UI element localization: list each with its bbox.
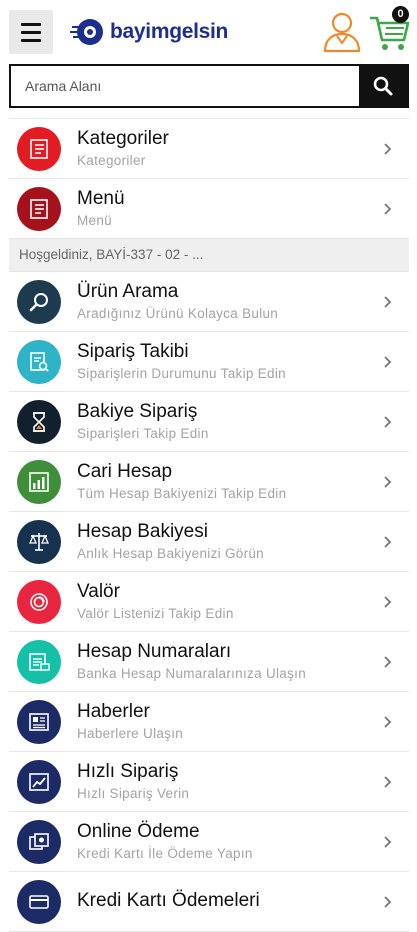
item-title: Menü <box>77 187 125 209</box>
list-item-cari-hesap[interactable]: Cari Hesap Tüm Hesap Bakiyenizi Takip Ed… <box>9 452 409 512</box>
item-title: Hızlı Sipariş <box>77 760 179 782</box>
list-item-kategoriler[interactable]: Kategoriler Kategoriler <box>9 118 409 179</box>
item-title: Sipariş Takibi <box>77 340 189 362</box>
search-button[interactable] <box>359 66 407 106</box>
list-item-kredi-karti-odemeleri[interactable]: Kredi Kartı Ödemeleri <box>9 872 409 932</box>
chevron-right-icon <box>384 295 392 308</box>
item-subtitle: Valör Listenizi Takip Edin <box>77 605 234 621</box>
top-bar: bayimgelsin 0 <box>0 0 417 58</box>
item-subtitle: Kredi Kartı İle Ödeme Yapın <box>77 845 253 861</box>
item-title: Haberler <box>77 700 150 722</box>
list-item-siparis-takibi[interactable]: Sipariş Takibi Siparişlerin Durumunu Tak… <box>9 332 409 392</box>
item-subtitle: Tüm Hesap Bakiyenizi Takip Edin <box>77 485 287 501</box>
item-title: Kredi Kartı Ödemeleri <box>77 889 260 911</box>
chevron-right-icon <box>384 142 392 155</box>
list-icon <box>17 186 61 231</box>
chevron-right-icon <box>384 895 392 908</box>
user-account-icon[interactable] <box>322 10 362 54</box>
list-item-valor[interactable]: Valör Valör Listenizi Takip Edin <box>9 572 409 632</box>
trend-chart-icon <box>17 759 61 804</box>
list-item-hizli-siparis[interactable]: Hızlı Sipariş Hızlı Sipariş Verin <box>9 752 409 812</box>
chevron-right-icon <box>384 835 392 848</box>
list-item-haberler[interactable]: Haberler Haberlere Ulaşın <box>9 692 409 752</box>
item-title: Hesap Numaraları <box>77 640 232 662</box>
hamburger-menu-button[interactable] <box>9 10 53 54</box>
bar-chart-icon <box>17 459 61 504</box>
chevron-right-icon <box>384 202 392 215</box>
list-item-hesap-numaralari[interactable]: Hesap Numaraları Banka Hesap Numaraların… <box>9 632 409 692</box>
search-icon <box>373 76 393 96</box>
chevron-right-icon <box>384 775 392 788</box>
scale-icon <box>17 519 61 564</box>
item-subtitle: Kategoriler <box>77 152 146 168</box>
item-title: Bakiye Sipariş <box>77 400 198 422</box>
chevron-right-icon <box>384 715 392 728</box>
item-title: Valör <box>77 580 120 602</box>
chevron-right-icon <box>384 595 392 608</box>
logo-text: bayimgelsin <box>110 20 229 43</box>
card-list-icon <box>17 639 61 684</box>
menu-list: Kategoriler Kategoriler Menü Menü Hoşgel… <box>9 118 409 932</box>
item-title: Kategoriler <box>77 127 169 149</box>
search-bar <box>9 64 409 108</box>
list-item-hesap-bakiyesi[interactable]: Hesap Bakiyesi Anlık Hesap Bakiyenizi Gö… <box>9 512 409 572</box>
item-subtitle: Siparişlerin Durumunu Takip Edin <box>77 365 286 381</box>
cart-count-badge: 0 <box>392 6 409 23</box>
credit-card-icon <box>17 879 61 924</box>
list-item-bakiye-siparis[interactable]: Bakiye Sipariş Siparişleri Takip Edin <box>9 392 409 452</box>
item-title: Hesap Bakiyesi <box>77 520 208 542</box>
newspaper-icon <box>17 699 61 744</box>
money-icon <box>17 819 61 864</box>
welcome-banner: Hoşgeldiniz, BAYİ-337 - 02 - ... <box>9 239 409 272</box>
item-subtitle: Anlık Hesap Bakiyenizi Görün <box>77 545 264 561</box>
list-icon <box>17 126 61 171</box>
chevron-right-icon <box>384 535 392 548</box>
search-input[interactable] <box>11 66 359 106</box>
item-title: Ürün Arama <box>77 280 179 302</box>
chevron-right-icon <box>384 655 392 668</box>
list-item-online-odeme[interactable]: Online Ödeme Kredi Kartı İle Ödeme Yapın <box>9 812 409 872</box>
hourglass-icon <box>17 399 61 444</box>
item-title: Online Ödeme <box>77 820 200 842</box>
list-item-menu[interactable]: Menü Menü <box>9 179 409 239</box>
item-subtitle: Siparişleri Takip Edin <box>77 425 209 441</box>
item-subtitle: Menü <box>77 212 112 228</box>
magnifier-icon <box>17 279 61 324</box>
chevron-right-icon <box>384 475 392 488</box>
chevron-right-icon <box>384 355 392 368</box>
document-search-icon <box>17 339 61 384</box>
logo[interactable]: bayimgelsin <box>70 14 228 50</box>
item-subtitle: Aradığınız Ürünü Kolayca Bulun <box>77 305 279 321</box>
target-icon <box>17 579 61 624</box>
list-item-urun-arama[interactable]: Ürün Arama Aradığınız Ürünü Kolayca Bulu… <box>9 272 409 332</box>
item-subtitle: Haberlere Ulaşın <box>77 725 184 741</box>
chevron-right-icon <box>384 415 392 428</box>
item-title: Cari Hesap <box>77 460 173 482</box>
item-subtitle: Hızlı Sipariş Verin <box>77 785 190 801</box>
item-subtitle: Banka Hesap Numaralarınıza Ulaşın <box>77 665 307 681</box>
logo-mark-icon <box>70 19 103 45</box>
